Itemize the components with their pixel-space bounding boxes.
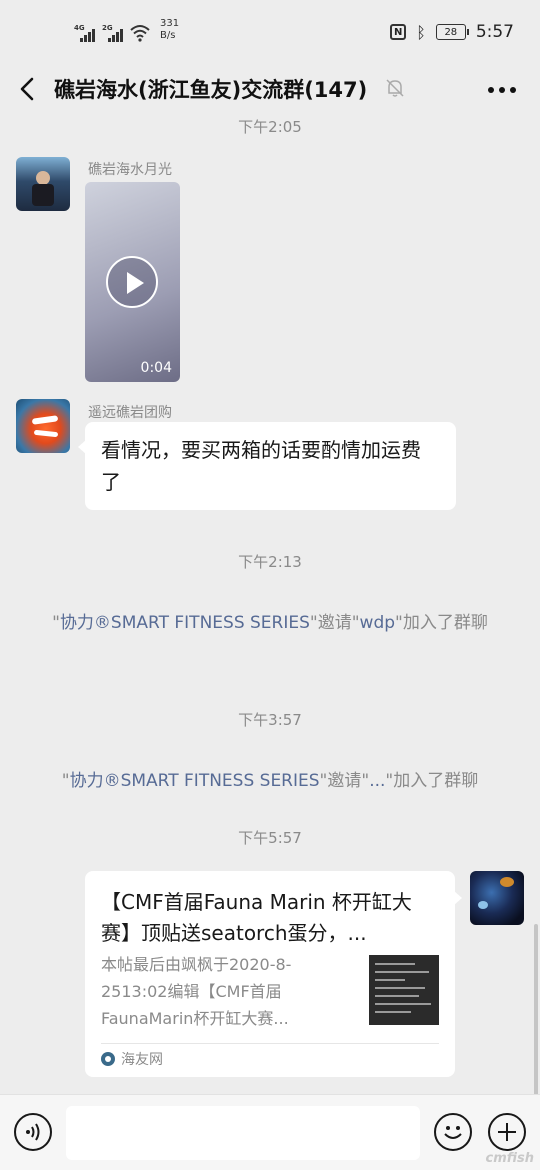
timestamp: 下午3:57 xyxy=(238,711,302,729)
sender-name: 遥远礁岩团购 xyxy=(88,405,172,421)
notice-invite-text: "邀请" xyxy=(309,613,360,633)
card-source: 海友网 xyxy=(101,1049,163,1069)
scrollbar[interactable] xyxy=(534,924,538,1094)
more-options-button[interactable] xyxy=(488,80,518,100)
more-actions-plus-button[interactable] xyxy=(488,1113,526,1151)
network-indicators: 4G 2G 331 B/s xyxy=(74,18,179,42)
nfc-icon: N xyxy=(390,24,407,40)
video-duration: 0:04 xyxy=(140,360,172,376)
message-input[interactable] xyxy=(66,1106,420,1160)
battery-icon: 28 xyxy=(435,24,469,40)
sender-name: 礁岩海水月光 xyxy=(88,162,172,178)
timestamp: 下午2:13 xyxy=(238,553,302,571)
notice-quote: " xyxy=(61,771,70,791)
signal-1-icon: 4G xyxy=(74,24,98,42)
notice-tail-text: "加入了群聊 xyxy=(395,613,488,633)
clock: 5:57 xyxy=(475,22,514,42)
system-notice-join: "协力®SMART FITNESS SERIES"邀请"wdp"加入了群聊 xyxy=(40,610,500,637)
card-divider xyxy=(101,1043,439,1044)
speed-value: 331 xyxy=(160,18,180,29)
text-message-bubble[interactable]: 看情况，要买两箱的话要酌情加运费了 xyxy=(78,422,456,510)
avatar[interactable] xyxy=(470,871,524,925)
watermark: cmfish xyxy=(485,1151,534,1166)
mute-bell-icon xyxy=(386,79,404,97)
status-bar: 4G 2G 331 B/s N ᛒ 28 5:57 xyxy=(0,0,540,62)
timestamp: 下午5:57 xyxy=(238,829,302,847)
card-title: 【CMF首届Fauna Marin 杯开缸大赛】顶贴送seatorch蛋分，..… xyxy=(101,890,412,945)
input-bar: cmfish xyxy=(0,1094,540,1170)
network-speed: 331 B/s xyxy=(160,18,179,42)
emoji-icon xyxy=(444,1126,462,1139)
timestamp: 下午2:05 xyxy=(238,118,302,136)
voice-input-button[interactable] xyxy=(14,1113,52,1151)
bluetooth-icon: ᛒ xyxy=(416,22,426,42)
video-message[interactable]: 0:04 xyxy=(85,182,180,382)
card-thumbnail xyxy=(369,955,439,1025)
signal-2-icon: 2G xyxy=(102,24,126,42)
wifi-icon xyxy=(130,25,150,42)
inviter-name[interactable]: 协力®SMART FITNESS SERIES xyxy=(70,771,320,791)
emoji-button[interactable] xyxy=(434,1113,472,1151)
notice-quote: " xyxy=(52,613,60,633)
system-indicators: N ᛒ 28 5:57 xyxy=(390,22,514,42)
back-arrow-icon[interactable] xyxy=(14,72,44,106)
system-notice-join: "协力®SMART FITNESS SERIES"邀请"..."加入了群聊 xyxy=(20,768,520,795)
message-list[interactable]: 下午2:05 礁岩海水月光 0:04 遥远礁岩团购 看情况，要买两箱的话要酌情加… xyxy=(0,116,540,1094)
link-card-message[interactable]: 【CMF首届Fauna Marin 杯开缸大赛】顶贴送seatorch蛋分，..… xyxy=(85,871,462,1077)
avatar[interactable] xyxy=(16,157,70,211)
card-description: 本帖最后由飒枫于2020-8-2513:02编辑【CMF首届FaunaMarin… xyxy=(101,955,292,1028)
chat-title: 礁岩海水(浙江鱼友)交流群(147) xyxy=(54,78,368,102)
play-icon[interactable] xyxy=(106,256,158,308)
source-name: 海友网 xyxy=(121,1052,163,1068)
notice-invite-text: "邀请" xyxy=(319,771,370,791)
battery-level: 28 xyxy=(444,26,458,38)
inviter-name[interactable]: 协力®SMART FITNESS SERIES xyxy=(60,613,310,633)
invitee-name[interactable]: ... xyxy=(369,771,385,791)
avatar[interactable] xyxy=(16,399,70,453)
source-logo-icon xyxy=(101,1052,115,1066)
voice-icon xyxy=(26,1123,40,1141)
message-text: 看情况，要买两箱的话要酌情加运费了 xyxy=(101,438,421,494)
speed-unit: B/s xyxy=(160,30,176,41)
notice-tail-text: "加入了群聊 xyxy=(385,771,479,791)
invitee-name[interactable]: wdp xyxy=(360,613,396,633)
chat-header: 礁岩海水(浙江鱼友)交流群(147) xyxy=(0,62,540,116)
